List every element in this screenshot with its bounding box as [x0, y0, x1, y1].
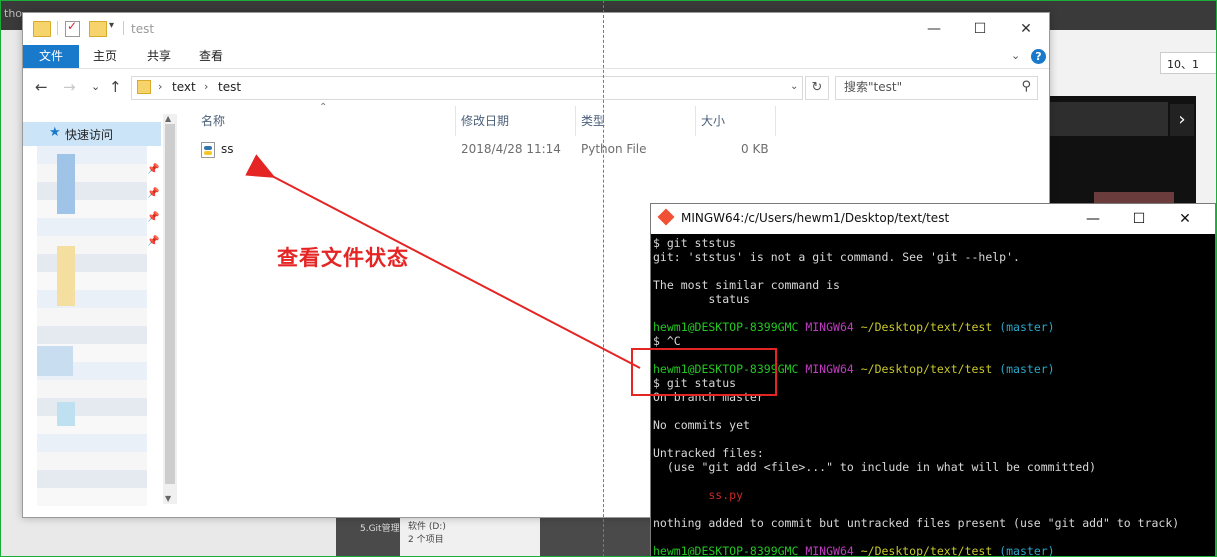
terminal-text: status [653, 292, 750, 306]
terminal-line: Untracked files: [653, 446, 1215, 460]
terminal-text: $ ^C [653, 334, 681, 348]
terminal-text: git: 'ststus' is not a git command. See … [653, 250, 1020, 264]
terminal-text: Untracked files: [653, 446, 764, 460]
terminal-text: $ git ststus [653, 236, 737, 250]
terminal-line: hewm1@DESKTOP-8399GMC MINGW64 ~/Desktop/… [653, 320, 1215, 334]
terminal-text: nothing added to commit but untracked fi… [653, 516, 1180, 530]
terminal-text: The most similar command is [653, 278, 840, 292]
terminal-close-button[interactable]: ✕ [1163, 208, 1207, 230]
terminal-text: hewm1@DESKTOP-8399GMC [653, 320, 806, 334]
terminal-line: (use "git add <file>..." to include in w… [653, 460, 1215, 474]
terminal-line: nothing added to commit but untracked fi… [653, 516, 1215, 530]
terminal-text: No commits yet [653, 418, 750, 432]
terminal-line: git: 'ststus' is not a git command. See … [653, 250, 1215, 264]
terminal-line: status [653, 292, 1215, 306]
terminal-text: ss.py [653, 488, 744, 502]
terminal-text: (master) [999, 362, 1055, 376]
terminal-line: $ git ststus [653, 236, 1215, 250]
terminal-line: ss.py [653, 488, 1215, 502]
terminal-text: MINGW64 [805, 362, 861, 376]
terminal-text: hewm1@DESKTOP-8399GMC [653, 544, 806, 556]
terminal-line: hewm1@DESKTOP-8399GMC MINGW64 ~/Desktop/… [653, 544, 1215, 556]
terminal-text: MINGW64 [805, 320, 861, 334]
terminal-text: ~/Desktop/text/test [860, 544, 1000, 556]
terminal-minimize-button[interactable]: — [1071, 208, 1115, 230]
highlight-box [631, 348, 777, 396]
terminal-text: ~/Desktop/text/test [860, 362, 1000, 376]
arrow-line [245, 154, 641, 369]
terminal-line: No commits yet [653, 418, 1215, 432]
git-icon [657, 208, 675, 226]
terminal-text: (master) [999, 320, 1055, 334]
terminal-text: (master) [999, 544, 1055, 556]
terminal-text: (use "git add <file>..." to include in w… [653, 460, 1097, 474]
terminal-title: MINGW64:/c/Users/hewm1/Desktop/text/test [681, 211, 950, 225]
terminal-titlebar: MINGW64:/c/Users/hewm1/Desktop/text/test… [651, 204, 1215, 234]
terminal-text: MINGW64 [805, 544, 861, 556]
terminal-line: $ ^C [653, 334, 1215, 348]
terminal-line: The most similar command is [653, 278, 1215, 292]
terminal-maximize-button[interactable]: ☐ [1117, 208, 1161, 230]
terminal-text: ~/Desktop/text/test [860, 320, 1000, 334]
